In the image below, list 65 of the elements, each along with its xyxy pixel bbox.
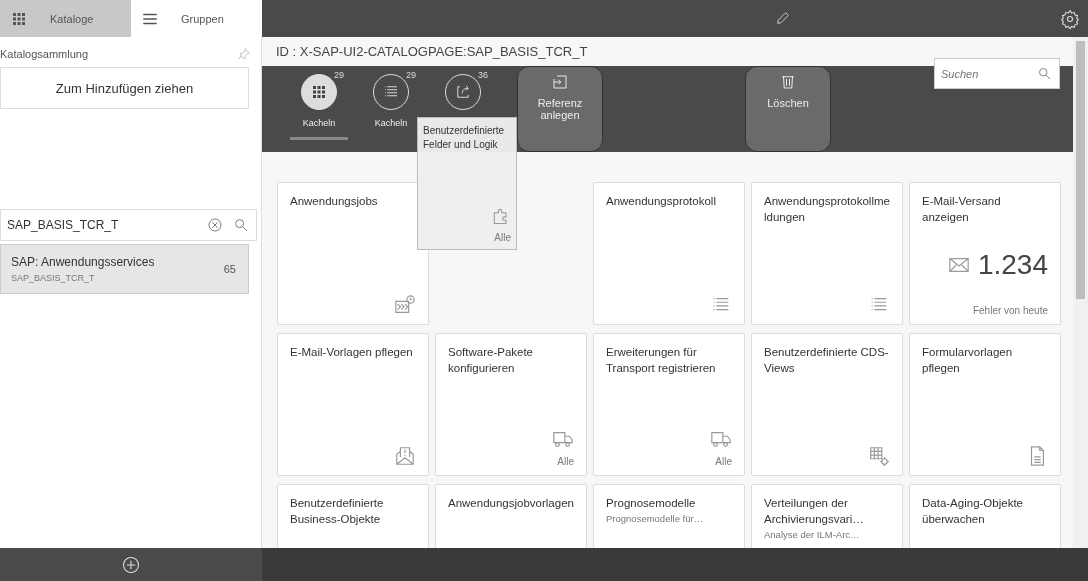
tile[interactable]: Formularvorlagen pflegen — [909, 333, 1061, 476]
panel-tab[interactable]: Kataloge — [0, 0, 131, 37]
tile-title: Formularvorlagen pflegen — [922, 345, 1014, 376]
view-tab[interactable]: 29 Kacheln — [290, 74, 348, 140]
tile[interactable]: E-Mail-Versand anzeigen 1.234 Fehler von heute — [909, 182, 1061, 325]
tile-footer: Alle — [715, 456, 732, 467]
tile-title: E-Mail-Versand anzeigen — [922, 194, 1002, 225]
tile[interactable]: Data-Aging-Objekte überwachen — [909, 484, 1061, 548]
scrollbar[interactable] — [1073, 37, 1088, 548]
add-icon[interactable] — [121, 554, 141, 575]
tile-subtitle: Prognosemodelle für… — [606, 513, 705, 525]
tile[interactable]: Anwendungsprotokoll — [593, 182, 745, 325]
tile[interactable]: Anwendungsprotokollmeldungen — [751, 182, 903, 325]
tile[interactable]: Anwendungsjobs — [277, 182, 429, 325]
grid-icon — [310, 83, 328, 101]
catalog-subtitle: SAP_BASIS_TCR_T — [11, 273, 96, 283]
share-icon — [454, 83, 472, 101]
drop-area: Zum Hinzufügen ziehen — [0, 67, 249, 109]
tile[interactable]: Software-Pakete konfigurieren Alle — [435, 333, 587, 476]
catalog-count: 65 — [223, 263, 236, 275]
tile-title: Erweiterungen für Transport registrieren — [606, 345, 717, 376]
page-id: ID : X-SAP-UI2-CATALOGPAGE:SAP_BASIS_TCR_T — [275, 43, 589, 61]
search-field[interactable]: SAP_BASIS_TCR_T — [0, 209, 257, 241]
tile-title: Data-Aging-Objekte überwachen — [922, 496, 1024, 527]
tile-footer: Alle — [494, 232, 511, 243]
tile-footer: Fehler von heute — [972, 305, 1048, 316]
tile-title: Benutzerdefinierte CDS-Views — [764, 345, 890, 376]
search-icon[interactable] — [233, 217, 249, 233]
tile-footer: Alle — [557, 456, 574, 467]
tile-title: E-Mail-Vorlagen pflegen — [290, 345, 414, 360]
tile-title: Benutzerdefinierte Business-Objekte — [290, 496, 385, 527]
drop-zone[interactable]: Löschen — [745, 66, 831, 152]
pencil-icon[interactable] — [775, 10, 791, 26]
dragged-tile[interactable]: Benutzerdefinierte Felder und Logik Alle — [417, 117, 517, 250]
tile-subtitle: Analyse der ILM-Arc… — [764, 529, 861, 541]
tile-title: Benutzerdefinierte Felder und Logik — [423, 124, 506, 152]
drop-zone[interactable]: Referenz anlegen — [517, 66, 603, 152]
reference-icon — [551, 73, 569, 91]
tile-title: Software-Pakete konfigurieren — [448, 345, 534, 376]
tile[interactable]: Erweiterungen für Transport registrieren Alle — [593, 333, 745, 476]
settings-icon[interactable] — [1060, 8, 1080, 29]
jobs-icon — [394, 294, 416, 316]
tile[interactable]: E-Mail-Vorlagen pflegen — [277, 333, 429, 476]
tile[interactable]: Prognosemodelle Prognosemodelle für… — [593, 484, 745, 548]
tile-title: Anwendungsjobs — [290, 194, 379, 209]
section-title: Katalogsammlung — [0, 48, 89, 60]
tile-title: Anwendungsprotokollmeldungen — [764, 194, 890, 225]
tile-title: Prognosemodelle — [606, 496, 697, 511]
clear-icon[interactable] — [207, 217, 223, 233]
tile[interactable]: Benutzerdefinierte Business-Objekte — [277, 484, 429, 548]
view-tab[interactable]: 29 Kacheln — [362, 74, 420, 140]
search-icon[interactable] — [1037, 66, 1052, 81]
catalog-item[interactable]: SAP: Anwendungsservices SAP_BASIS_TCR_T 65 — [0, 244, 249, 294]
tile[interactable]: Benutzerdefinierte CDS-Views — [751, 333, 903, 476]
tile-title: Verteilungen der Archivierungsvari… — [764, 496, 865, 527]
tile-title: Anwendungsjobvorlagen — [448, 496, 574, 511]
table-gear-icon — [868, 445, 890, 467]
tile-title: Anwendungsprotokoll — [606, 194, 717, 209]
envelope-alert-icon — [394, 445, 416, 467]
trash-icon — [779, 73, 797, 91]
tile[interactable]: Anwendungsjobvorlagen — [435, 484, 587, 548]
tile-number: 1.234 — [977, 249, 1048, 281]
catalog-title: SAP: Anwendungsservices — [11, 255, 155, 269]
search-field[interactable]: Suchen — [934, 58, 1060, 89]
tile[interactable]: Verteilungen der Archivierungsvari… Analyse der ILM-Arc… — [751, 484, 903, 548]
